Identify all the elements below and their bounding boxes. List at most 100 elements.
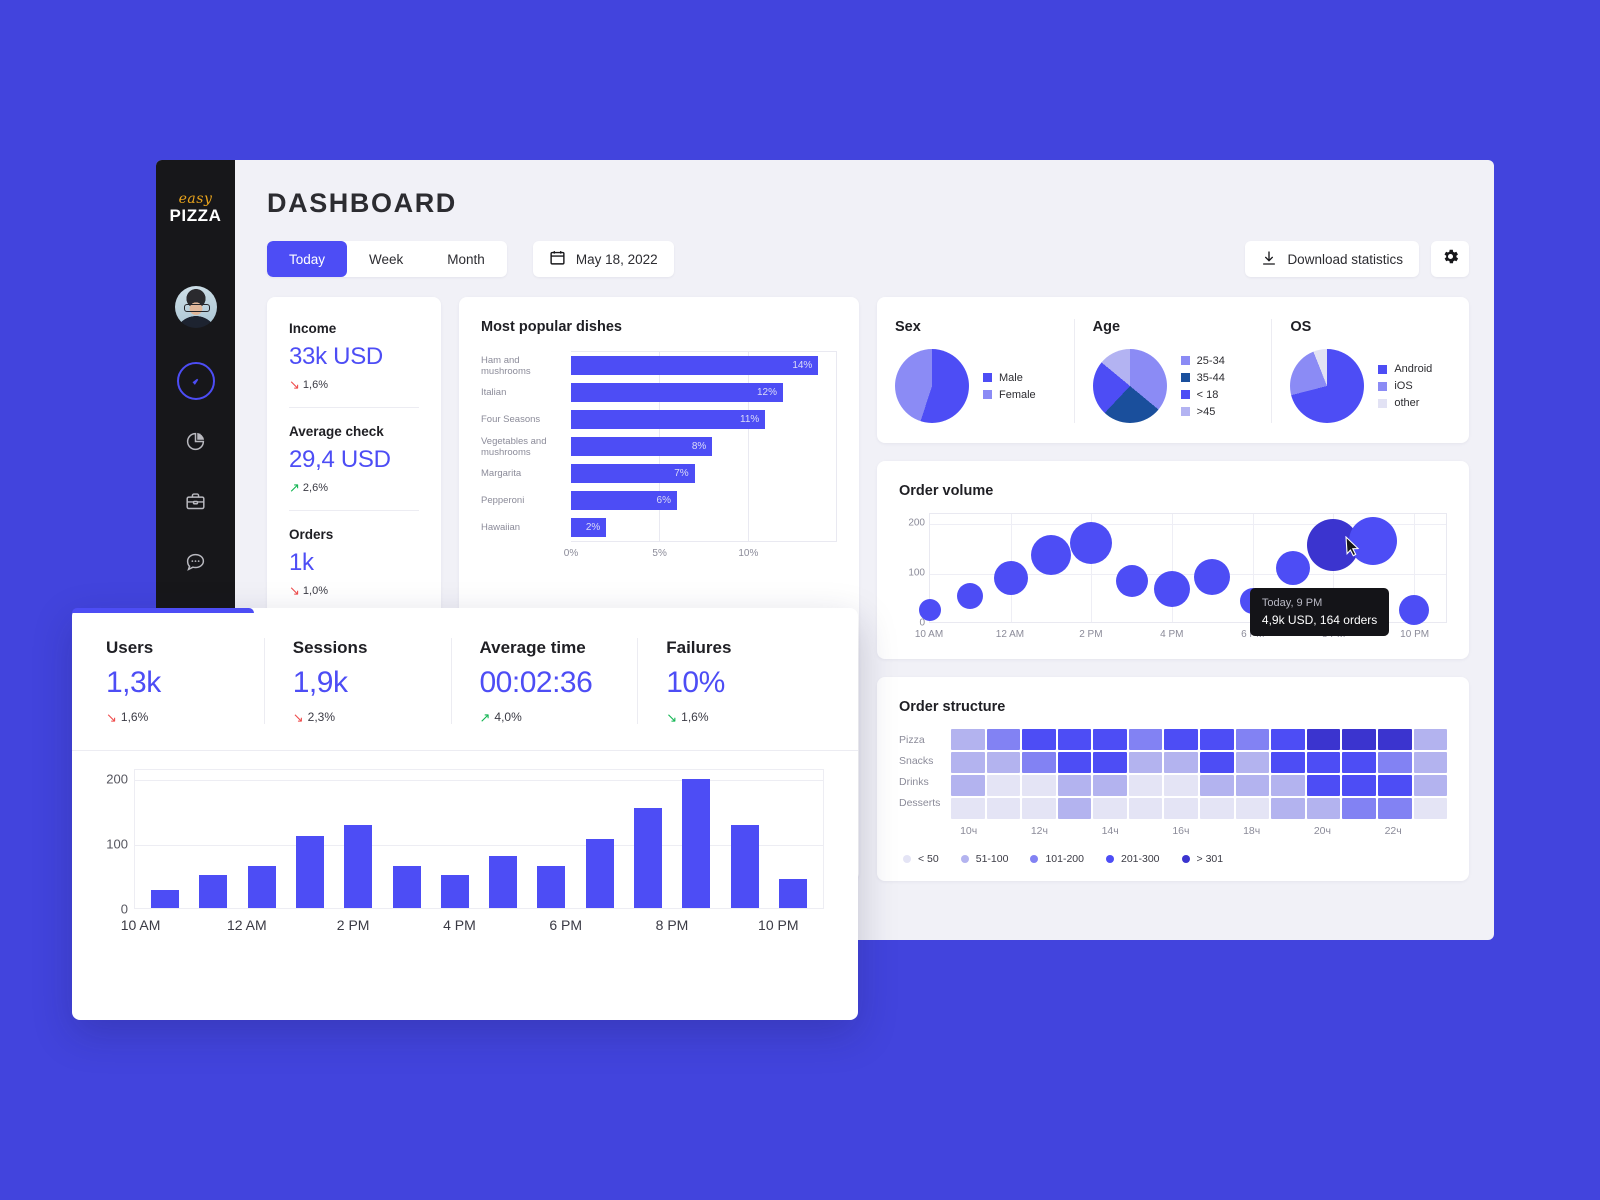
hourly-bar[interactable] xyxy=(151,890,180,908)
order-volume-bubble[interactable] xyxy=(993,561,1028,595)
dish-bar[interactable]: 12% xyxy=(571,383,783,402)
heatmap-cell[interactable] xyxy=(986,798,1021,819)
date-picker[interactable]: May 18, 2022 xyxy=(532,241,674,277)
heatmap-cell[interactable] xyxy=(1093,798,1127,819)
heatmap-cell[interactable] xyxy=(1200,775,1234,796)
heatmap-cell[interactable] xyxy=(1128,752,1163,773)
heatmap-cell[interactable] xyxy=(1022,752,1056,773)
hourly-bar[interactable] xyxy=(392,865,421,908)
dish-bar[interactable]: 14% xyxy=(571,356,819,375)
download-statistics-button[interactable]: Download statistics xyxy=(1245,241,1419,277)
sidebar-item-orders[interactable] xyxy=(177,482,215,520)
hourly-bar[interactable] xyxy=(778,879,807,908)
hourly-bar[interactable] xyxy=(247,865,276,908)
heatmap-cell[interactable] xyxy=(1342,752,1376,773)
order-volume-bubble[interactable] xyxy=(1030,534,1071,575)
heatmap-cell[interactable] xyxy=(1022,798,1056,819)
heatmap-cell[interactable] xyxy=(1128,798,1163,819)
heatmap-cell[interactable] xyxy=(1342,729,1376,750)
heatmap-cell[interactable] xyxy=(1093,752,1127,773)
heatmap-cell[interactable] xyxy=(1377,752,1412,773)
heatmap-cell[interactable] xyxy=(1342,775,1376,796)
dish-bar[interactable]: 6% xyxy=(571,491,677,510)
heatmap-cell[interactable] xyxy=(1306,729,1341,750)
dish-bar[interactable]: 8% xyxy=(571,437,713,456)
heatmap-cell[interactable] xyxy=(1164,798,1199,819)
heatmap-cell[interactable] xyxy=(1413,798,1448,819)
hourly-bar[interactable] xyxy=(199,875,228,908)
heatmap-cell[interactable] xyxy=(986,729,1021,750)
heatmap-cell[interactable] xyxy=(1128,729,1163,750)
heatmap-cell[interactable] xyxy=(1271,775,1305,796)
heatmap-cell[interactable] xyxy=(951,775,985,796)
tab-today[interactable]: Today xyxy=(267,241,348,277)
heatmap-cell[interactable] xyxy=(1164,775,1199,796)
hourly-bar[interactable] xyxy=(730,824,759,908)
heatmap-cell[interactable] xyxy=(1235,775,1270,796)
heatmap-cell[interactable] xyxy=(1271,798,1305,819)
heatmap-cell[interactable] xyxy=(1271,729,1305,750)
order-volume-bubble[interactable] xyxy=(1115,564,1148,597)
hourly-bar[interactable] xyxy=(295,836,324,908)
heatmap-cell[interactable] xyxy=(951,729,985,750)
order-volume-bubble[interactable] xyxy=(957,583,984,609)
heatmap-cell[interactable] xyxy=(1306,798,1341,819)
order-volume-bubble[interactable] xyxy=(919,598,941,621)
heatmap-cell[interactable] xyxy=(1022,729,1056,750)
dish-bar-value: 7% xyxy=(674,468,689,479)
heatmap-cell[interactable] xyxy=(1377,775,1412,796)
heatmap-cell[interactable] xyxy=(1413,729,1448,750)
sidebar-item-messages[interactable] xyxy=(177,542,215,580)
card-title: Sex xyxy=(895,319,921,335)
order-volume-bubble[interactable] xyxy=(1194,558,1231,595)
heatmap-cell[interactable] xyxy=(1235,752,1270,773)
order-volume-bubble[interactable] xyxy=(1153,570,1190,607)
hourly-bar[interactable] xyxy=(633,808,662,908)
heatmap-cell[interactable] xyxy=(1306,775,1341,796)
heatmap-cell[interactable] xyxy=(1235,798,1270,819)
sidebar-item-dashboard[interactable] xyxy=(176,362,215,400)
heatmap-cell[interactable] xyxy=(1200,798,1234,819)
heatmap-cell[interactable] xyxy=(1093,729,1127,750)
hourly-bar[interactable] xyxy=(585,838,614,908)
heatmap-cell[interactable] xyxy=(1342,798,1376,819)
order-volume-bubble[interactable] xyxy=(1275,551,1310,585)
heatmap-cell[interactable] xyxy=(1413,752,1448,773)
heatmap-cell[interactable] xyxy=(1057,752,1092,773)
tab-month[interactable]: Month xyxy=(425,241,507,277)
hourly-bar[interactable] xyxy=(537,865,566,908)
heatmap-cell[interactable] xyxy=(1306,752,1341,773)
sidebar-item-analytics[interactable] xyxy=(177,422,215,460)
heatmap-cell[interactable] xyxy=(1057,798,1092,819)
heatmap-cell[interactable] xyxy=(951,752,985,773)
avatar[interactable] xyxy=(174,286,217,328)
dish-bar[interactable]: 11% xyxy=(571,410,766,429)
heatmap-cell[interactable] xyxy=(1164,729,1199,750)
heatmap-cell[interactable] xyxy=(1164,752,1199,773)
heatmap-cell[interactable] xyxy=(1377,729,1412,750)
hourly-bar[interactable] xyxy=(440,875,469,908)
heatmap-cell[interactable] xyxy=(1413,775,1448,796)
dish-bar[interactable]: 2% xyxy=(571,518,607,537)
heatmap-cell[interactable] xyxy=(1271,752,1305,773)
heatmap-cell[interactable] xyxy=(1128,775,1163,796)
order-volume-bubble[interactable] xyxy=(1070,522,1113,564)
heatmap-cell[interactable] xyxy=(1022,775,1056,796)
heatmap-cell[interactable] xyxy=(951,798,985,819)
hourly-bar[interactable] xyxy=(682,779,711,908)
heatmap-cell[interactable] xyxy=(1057,729,1092,750)
heatmap-cell[interactable] xyxy=(1057,775,1092,796)
order-volume-bubble[interactable] xyxy=(1398,594,1429,625)
hourly-bar[interactable] xyxy=(344,825,373,908)
dish-bar[interactable]: 7% xyxy=(571,464,695,483)
settings-button[interactable] xyxy=(1431,241,1469,277)
tab-week[interactable]: Week xyxy=(347,241,425,277)
heatmap-cell[interactable] xyxy=(1200,729,1234,750)
heatmap-cell[interactable] xyxy=(1377,798,1412,819)
heatmap-cell[interactable] xyxy=(986,752,1021,773)
heatmap-cell[interactable] xyxy=(986,775,1021,796)
heatmap-cell[interactable] xyxy=(1200,752,1234,773)
heatmap-cell[interactable] xyxy=(1093,775,1127,796)
heatmap-cell[interactable] xyxy=(1235,729,1270,750)
hourly-bar[interactable] xyxy=(489,855,518,908)
